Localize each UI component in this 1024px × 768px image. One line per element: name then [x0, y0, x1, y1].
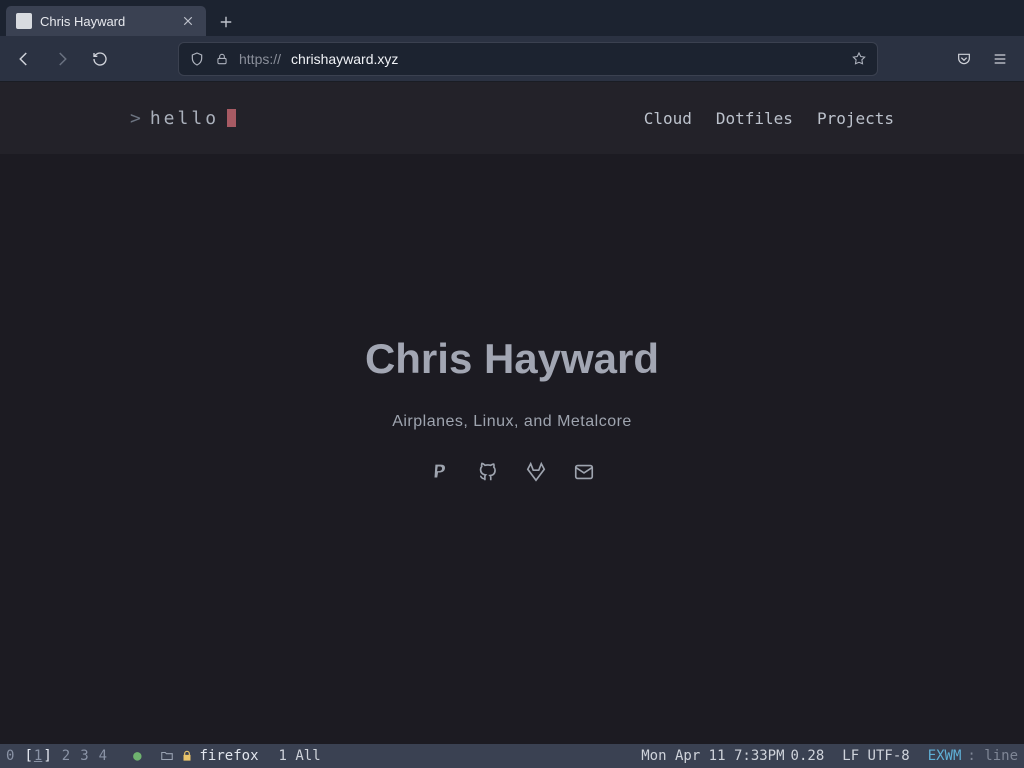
hero-socials — [429, 461, 595, 483]
forward-button[interactable] — [48, 45, 76, 73]
line-info: 1 All — [279, 748, 321, 764]
url-protocol: https:// — [239, 51, 281, 67]
bookmark-star-icon[interactable] — [851, 51, 867, 67]
browser-toolbar: https:// chrishayward.xyz — [0, 36, 1024, 82]
back-button[interactable] — [10, 45, 38, 73]
hero-tagline: Airplanes, Linux, and Metalcore — [392, 413, 632, 431]
lock-icon[interactable] — [215, 52, 229, 66]
mail-icon[interactable] — [573, 461, 595, 483]
workspace-indicator[interactable]: 0 1 2 3 4 — [6, 748, 107, 764]
new-tab-button[interactable] — [212, 8, 240, 36]
modeline-major-mode: EXWM — [928, 748, 962, 764]
modeline-encoding: LF UTF-8 — [842, 748, 909, 764]
tab-close-icon[interactable] — [180, 13, 196, 29]
pocket-icon[interactable] — [950, 45, 978, 73]
web-page: > hello Cloud Dotfiles Projects Chris Ha… — [0, 82, 1024, 744]
hero-title: Chris Hayward — [365, 335, 659, 383]
tab-title: Chris Hayward — [40, 14, 172, 29]
gitlab-icon[interactable] — [525, 461, 547, 483]
browser-tab[interactable]: Chris Hayward — [6, 6, 206, 36]
modeline-minor: : line — [967, 748, 1018, 764]
workspace-3[interactable]: 3 — [80, 748, 88, 764]
paypal-icon[interactable] — [429, 461, 451, 483]
url-bar[interactable]: https:// chrishayward.xyz — [178, 42, 878, 76]
readonly-lock-icon — [180, 749, 194, 763]
hamburger-menu-icon[interactable] — [986, 45, 1014, 73]
url-host: chrishayward.xyz — [291, 51, 398, 67]
toolbar-right — [950, 45, 1014, 73]
buffer-name: firefox — [200, 748, 259, 764]
shield-icon[interactable] — [189, 51, 205, 67]
workspace-2[interactable]: 2 — [62, 748, 70, 764]
workspace-4[interactable]: 4 — [99, 748, 107, 764]
hero: Chris Hayward Airplanes, Linux, and Meta… — [0, 114, 1024, 704]
folder-icon — [160, 749, 174, 763]
reload-button[interactable] — [86, 45, 114, 73]
emacs-modeline: 0 1 2 3 4 ● firefox 1 All Mon Apr 11 7:3… — [0, 744, 1024, 768]
favicon-icon — [16, 13, 32, 29]
workspace-1[interactable]: 1 — [24, 748, 51, 764]
tab-strip: Chris Hayward — [0, 0, 1024, 36]
workspace-0[interactable]: 0 — [6, 748, 14, 764]
status-dot-icon: ● — [133, 748, 141, 764]
modeline-clock: Mon Apr 11 7:33PM — [641, 748, 784, 764]
github-icon[interactable] — [477, 461, 499, 483]
modeline-load: 0.28 — [791, 748, 825, 764]
